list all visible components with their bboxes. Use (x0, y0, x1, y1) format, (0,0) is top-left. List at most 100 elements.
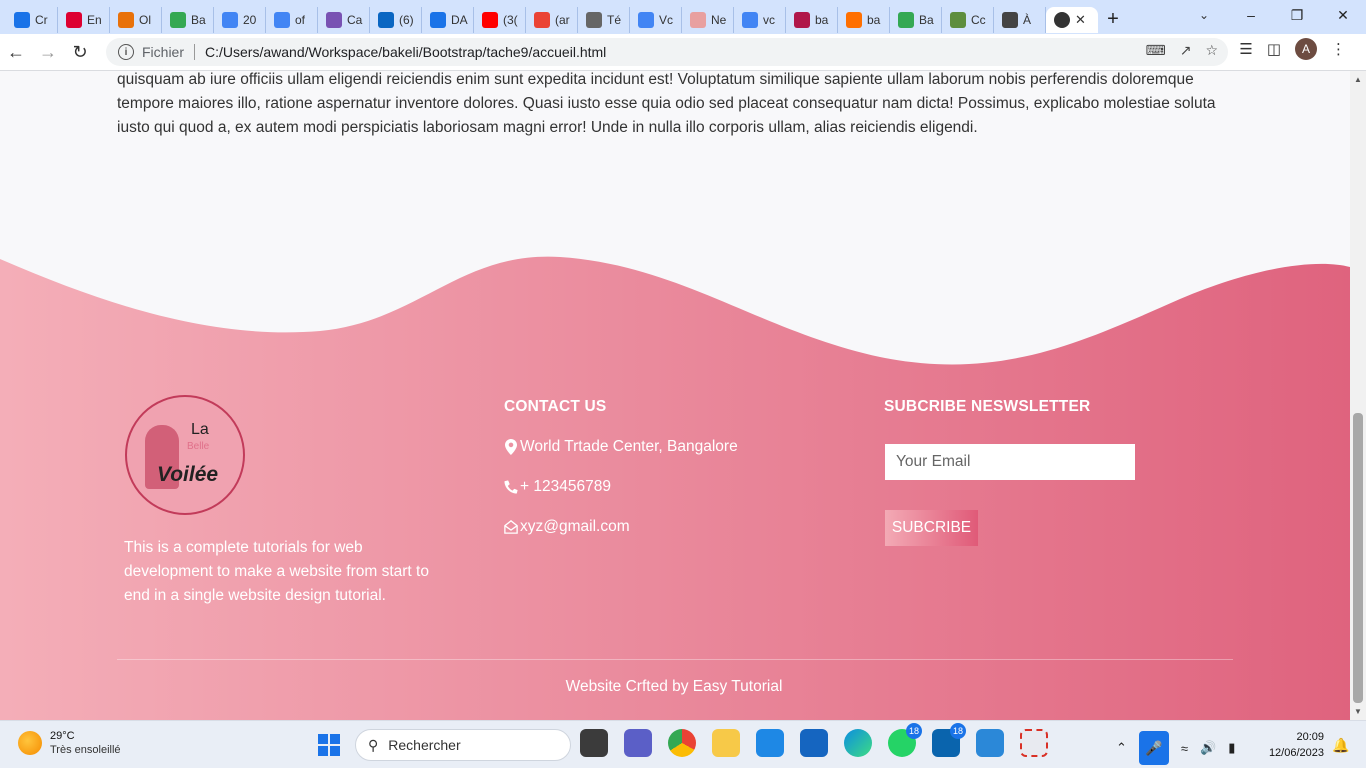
taskbar-search[interactable]: ⚲ Rechercher (355, 729, 571, 761)
media-controls-icon[interactable]: ☰ (1239, 40, 1252, 58)
browser-tab[interactable]: (ar (526, 7, 578, 33)
browser-tab-label: DA (451, 13, 468, 27)
minimize-button[interactable]: – (1228, 0, 1274, 30)
browser-tab-label: Ba (919, 13, 934, 27)
address-bar[interactable]: i Fichier C:/Users/awand/Workspace/bakel… (106, 38, 1228, 66)
battery-icon[interactable]: ▮ (1228, 740, 1235, 756)
profile-avatar[interactable]: A (1295, 38, 1317, 60)
brand-logo[interactable]: La Belle Voilée (125, 395, 245, 515)
chevron-up-icon[interactable]: ⌃ (1116, 740, 1127, 756)
newsletter-email-input[interactable] (885, 444, 1135, 480)
browser-tab[interactable]: Ba (162, 7, 214, 33)
wifi-icon[interactable]: ≈ (1181, 741, 1188, 756)
maximize-button[interactable]: ❐ (1274, 0, 1320, 30)
browser-tab[interactable]: Ne (682, 7, 734, 33)
browser-tab-label: Ca (347, 13, 363, 27)
close-tab-icon[interactable]: ✕ (1075, 12, 1086, 28)
page-scrollbar[interactable]: ▲ ▼ (1350, 71, 1366, 720)
task-view-icon[interactable] (580, 729, 608, 757)
envelope-open-icon (504, 520, 518, 534)
tab-search-button[interactable]: ⌄ (1192, 4, 1216, 26)
browser-tab[interactable]: 20 (214, 7, 266, 33)
browser-tab[interactable]: ba (786, 7, 838, 33)
browser-tab[interactable]: Ca (318, 7, 370, 33)
browser-tab[interactable]: Té (578, 7, 630, 33)
subscribe-button[interactable]: SUBCRIBE (885, 510, 978, 546)
google-icon (274, 12, 290, 28)
browser-tab[interactable]: Cr (6, 7, 58, 33)
share-icon[interactable]: ↗ (1180, 42, 1192, 59)
footer: La Belle Voilée This is a complete tutor… (0, 71, 1350, 720)
browser-tab[interactable]: of (266, 7, 318, 33)
mail-icon[interactable]: 18 (932, 723, 966, 757)
teams-chat-icon[interactable] (624, 729, 652, 757)
back-button[interactable]: ← (0, 36, 32, 68)
scroll-down-arrow-icon[interactable]: ▼ (1354, 707, 1362, 716)
browser-tab[interactable]: ba (838, 7, 890, 33)
edge-icon[interactable] (844, 729, 872, 757)
graduation-icon (586, 12, 602, 28)
browser-tab[interactable]: DA (422, 7, 474, 33)
sun-cloud-icon (18, 731, 42, 755)
chrome-taskbar-icon[interactable] (668, 729, 696, 757)
url-text[interactable]: C:/Users/awand/Workspace/bakeli/Bootstra… (205, 44, 606, 60)
shopify-icon (950, 12, 966, 28)
microphone-icon[interactable]: 🎤 (1138, 731, 1169, 765)
notification-bell-icon[interactable]: 🔔 (1332, 737, 1349, 754)
windows-start-icon[interactable] (318, 734, 340, 756)
photos-icon[interactable] (976, 729, 1004, 757)
browser-tab-label: ba (815, 13, 829, 27)
close-window-button[interactable]: ✕ (1320, 0, 1366, 30)
w3-icon (846, 12, 862, 28)
browser-toolbar: ← → ↻ i Fichier C:/Users/awand/Workspace… (0, 34, 1366, 71)
forward-button[interactable]: → (32, 36, 64, 68)
footer-credit: Website Crfted by Easy Tutorial (565, 678, 783, 695)
browser-tab-label: Ne (711, 13, 727, 27)
snipping-tool-icon[interactable] (1020, 729, 1048, 757)
scroll-up-arrow-icon[interactable]: ▲ (1354, 75, 1362, 84)
browser-tab-strip: Cr En Ol Ba 20 of Ca (6) DA (3((ar Té Vc Ne vc ba ba Ba C… (0, 0, 1366, 34)
system-clock[interactable]: 20:09 12/06/2023 (1258, 729, 1324, 761)
whatsapp-icon[interactable]: 18 (888, 723, 922, 757)
file-explorer-icon[interactable] (712, 729, 740, 757)
info-icon[interactable]: i (118, 44, 134, 60)
browser-tab[interactable]: vc (734, 7, 786, 33)
volume-icon[interactable]: 🔊 (1200, 740, 1216, 756)
store-icon[interactable] (800, 729, 828, 757)
system-tray: ⌃ 🎤 ≈ 🔊 ▮ (1116, 731, 1235, 765)
browser-tab[interactable]: Ol (110, 7, 162, 33)
browser-tab[interactable]: En (58, 7, 110, 33)
browser-tab[interactable]: (6) (370, 7, 422, 33)
browser-tab[interactable]: Ba (890, 7, 942, 33)
tag-icon (794, 12, 810, 28)
new-tab-button[interactable]: + (1098, 6, 1128, 32)
scrollbar-thumb[interactable] (1353, 413, 1363, 703)
browser-tab-label: of (295, 13, 306, 27)
notion-icon (690, 12, 706, 28)
doc-icon (430, 12, 446, 28)
contact-email[interactable]: xyz@gmail.com (504, 518, 630, 536)
browser-tab-label: ba (867, 13, 881, 27)
phone-text: + 123456789 (520, 478, 611, 495)
side-panel-icon[interactable]: ◫ (1267, 40, 1281, 58)
browser-tab-active[interactable]: ✕ (1046, 7, 1098, 33)
vscode-icon[interactable] (756, 729, 784, 757)
browser-tab[interactable]: (3( (474, 7, 526, 33)
windows-taskbar: 29°C Très ensoleillé ⚲ Rechercher 18 18 … (0, 720, 1366, 768)
docs-icon (222, 12, 238, 28)
translate-icon[interactable]: ⌨ (1145, 42, 1165, 59)
browser-tab[interactable]: Vc (630, 7, 682, 33)
reload-button[interactable]: ↻ (64, 36, 96, 68)
browser-tab-label: 20 (243, 13, 257, 27)
gmail-icon (534, 12, 550, 28)
browser-tab-label: (3( (503, 13, 518, 27)
clock-date: 12/06/2023 (1268, 747, 1324, 759)
bookmark-star-icon[interactable]: ☆ (1205, 42, 1218, 59)
contact-phone[interactable]: + 123456789 (504, 478, 611, 496)
bootstrap-icon (326, 12, 342, 28)
browser-tab-label: (ar (555, 13, 570, 27)
menu-kebab-icon[interactable]: ⋮ (1331, 40, 1346, 58)
browser-tab[interactable]: À (994, 7, 1046, 33)
weather-widget[interactable]: 29°C Très ensoleillé (18, 729, 121, 757)
browser-tab[interactable]: Cc (942, 7, 994, 33)
